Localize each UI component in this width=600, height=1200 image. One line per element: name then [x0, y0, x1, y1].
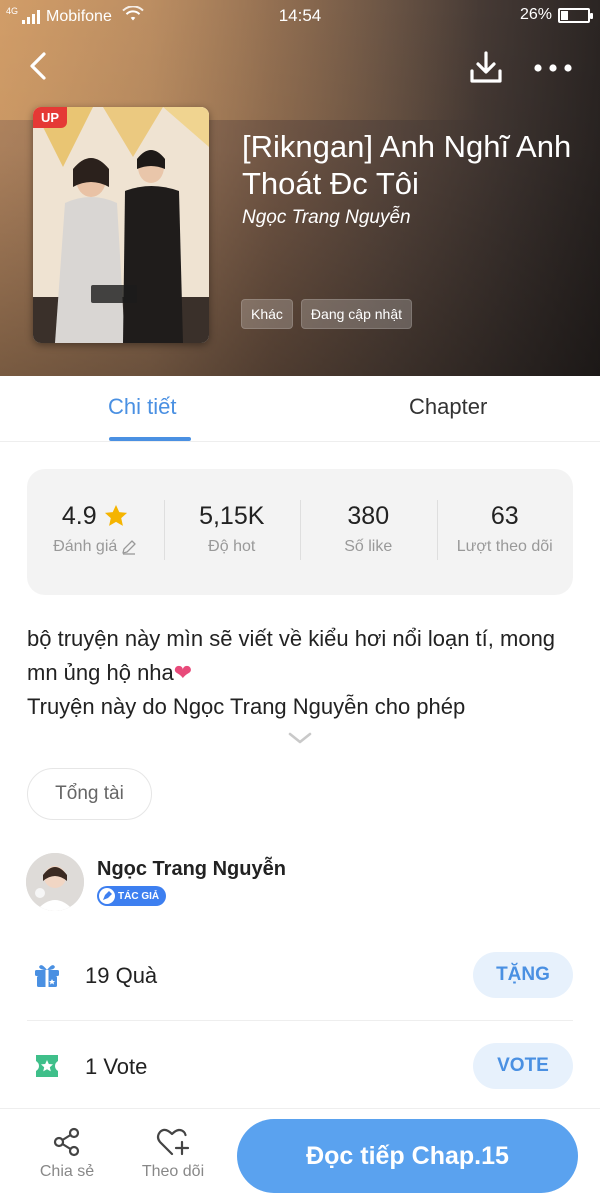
follows-value: 63 [490, 501, 519, 530]
tag-category[interactable]: Khác [241, 299, 293, 329]
give-gift-button[interactable]: TẶNG [473, 952, 573, 998]
heart-plus-icon [156, 1128, 190, 1156]
author-avatar[interactable] [26, 853, 84, 911]
stat-rating[interactable]: 4.9 Đánh giá [27, 500, 164, 564]
chevron-left-icon [30, 52, 46, 80]
gift-icon [35, 965, 59, 987]
stats-panel: 4.9 Đánh giá 5,15K Độ hot 380 Số like 63… [27, 469, 573, 595]
more-button[interactable] [530, 50, 576, 86]
stat-hot: 5,15K Độ hot [163, 500, 301, 564]
author-name[interactable]: Ngọc Trang Nguyễn [97, 858, 286, 881]
author-role-badge: TÁC GIẢ [97, 886, 167, 906]
bottom-action-bar: Chia sẻ Theo dõi Đọc tiếp Chap.15 [0, 1108, 600, 1200]
book-header: 4G Mobifone 14:54 26% UP [Rikngan] Anh N… [0, 0, 600, 376]
heart-icon: ❤ [173, 660, 193, 685]
back-button[interactable] [20, 48, 56, 84]
book-title: [Rikngan] Anh Nghĩ Anh Thoát Đc Tôi [242, 129, 572, 201]
description-line-2: Truyện này do Ngọc Trang Nguyễn cho phép [27, 694, 466, 719]
share-button[interactable]: Chia sẻ [27, 1125, 107, 1181]
rating-value: 4.9 [61, 501, 97, 530]
likes-value: 380 [347, 501, 390, 530]
edit-icon [122, 540, 136, 555]
book-description: bộ truyện này mìn sẽ viết về kiểu hơi nổ… [27, 622, 577, 724]
battery-percent: 26% [519, 6, 552, 23]
follow-button[interactable]: Theo dõi [133, 1125, 213, 1181]
hot-label: Độ hot [208, 538, 256, 555]
avatar-image [26, 853, 84, 911]
gift-count: 19 Quà [85, 963, 158, 988]
battery-icon [558, 7, 593, 23]
active-tab-indicator [109, 437, 191, 441]
download-button[interactable] [466, 48, 506, 88]
tab-bar: Chi tiết Chapter [0, 376, 600, 442]
chevron-down-icon [288, 732, 312, 744]
more-horizontal-icon [534, 64, 572, 72]
author-badge-icon [99, 888, 115, 904]
vote-button[interactable]: VOTE [473, 1043, 573, 1089]
stat-likes: 380 Số like [300, 500, 437, 564]
tab-chapter[interactable]: Chapter [409, 394, 487, 420]
genre-chip[interactable]: Tổng tài [27, 768, 152, 820]
description-line-1: bộ truyện này mìn sẽ viết về kiểu hơi nổ… [27, 626, 556, 685]
up-badge: UP [33, 107, 68, 128]
continue-reading-button[interactable]: Đọc tiếp Chap.15 [237, 1119, 578, 1193]
download-icon [470, 51, 502, 83]
follow-label: Theo dõi [141, 1163, 205, 1180]
vote-ticket-icon [36, 1055, 58, 1077]
status-right: 26% [519, 6, 593, 24]
vote-row: 1 Vote VOTE [27, 1022, 573, 1112]
clock: 14:54 [278, 6, 322, 25]
book-tags: Khác Đang cập nhật [241, 299, 412, 329]
vote-count: 1 Vote [85, 1054, 148, 1079]
book-author[interactable]: Ngọc Trang Nguyễn [242, 207, 411, 229]
author-badge-label: TÁC GIẢ [118, 890, 160, 902]
tag-status: Đang cập nhật [300, 299, 412, 329]
status-bar: 4G Mobifone 14:54 26% [0, 0, 600, 32]
rating-label: Đánh giá [53, 538, 118, 555]
gift-row: 19 Quà TẶNG [27, 931, 573, 1021]
expand-description-button[interactable] [287, 728, 313, 748]
share-icon [53, 1127, 80, 1157]
book-cover[interactable]: UP [33, 107, 209, 343]
cover-image [33, 107, 209, 343]
tab-detail[interactable]: Chi tiết [108, 394, 176, 420]
share-label: Chia sẻ [39, 1163, 95, 1180]
stat-follows: 63 Lượt theo dõi [436, 500, 574, 564]
hot-value: 5,15K [199, 501, 265, 530]
star-icon [104, 504, 127, 526]
follows-label: Lượt theo dõi [456, 538, 553, 555]
likes-label: Số like [344, 538, 393, 555]
